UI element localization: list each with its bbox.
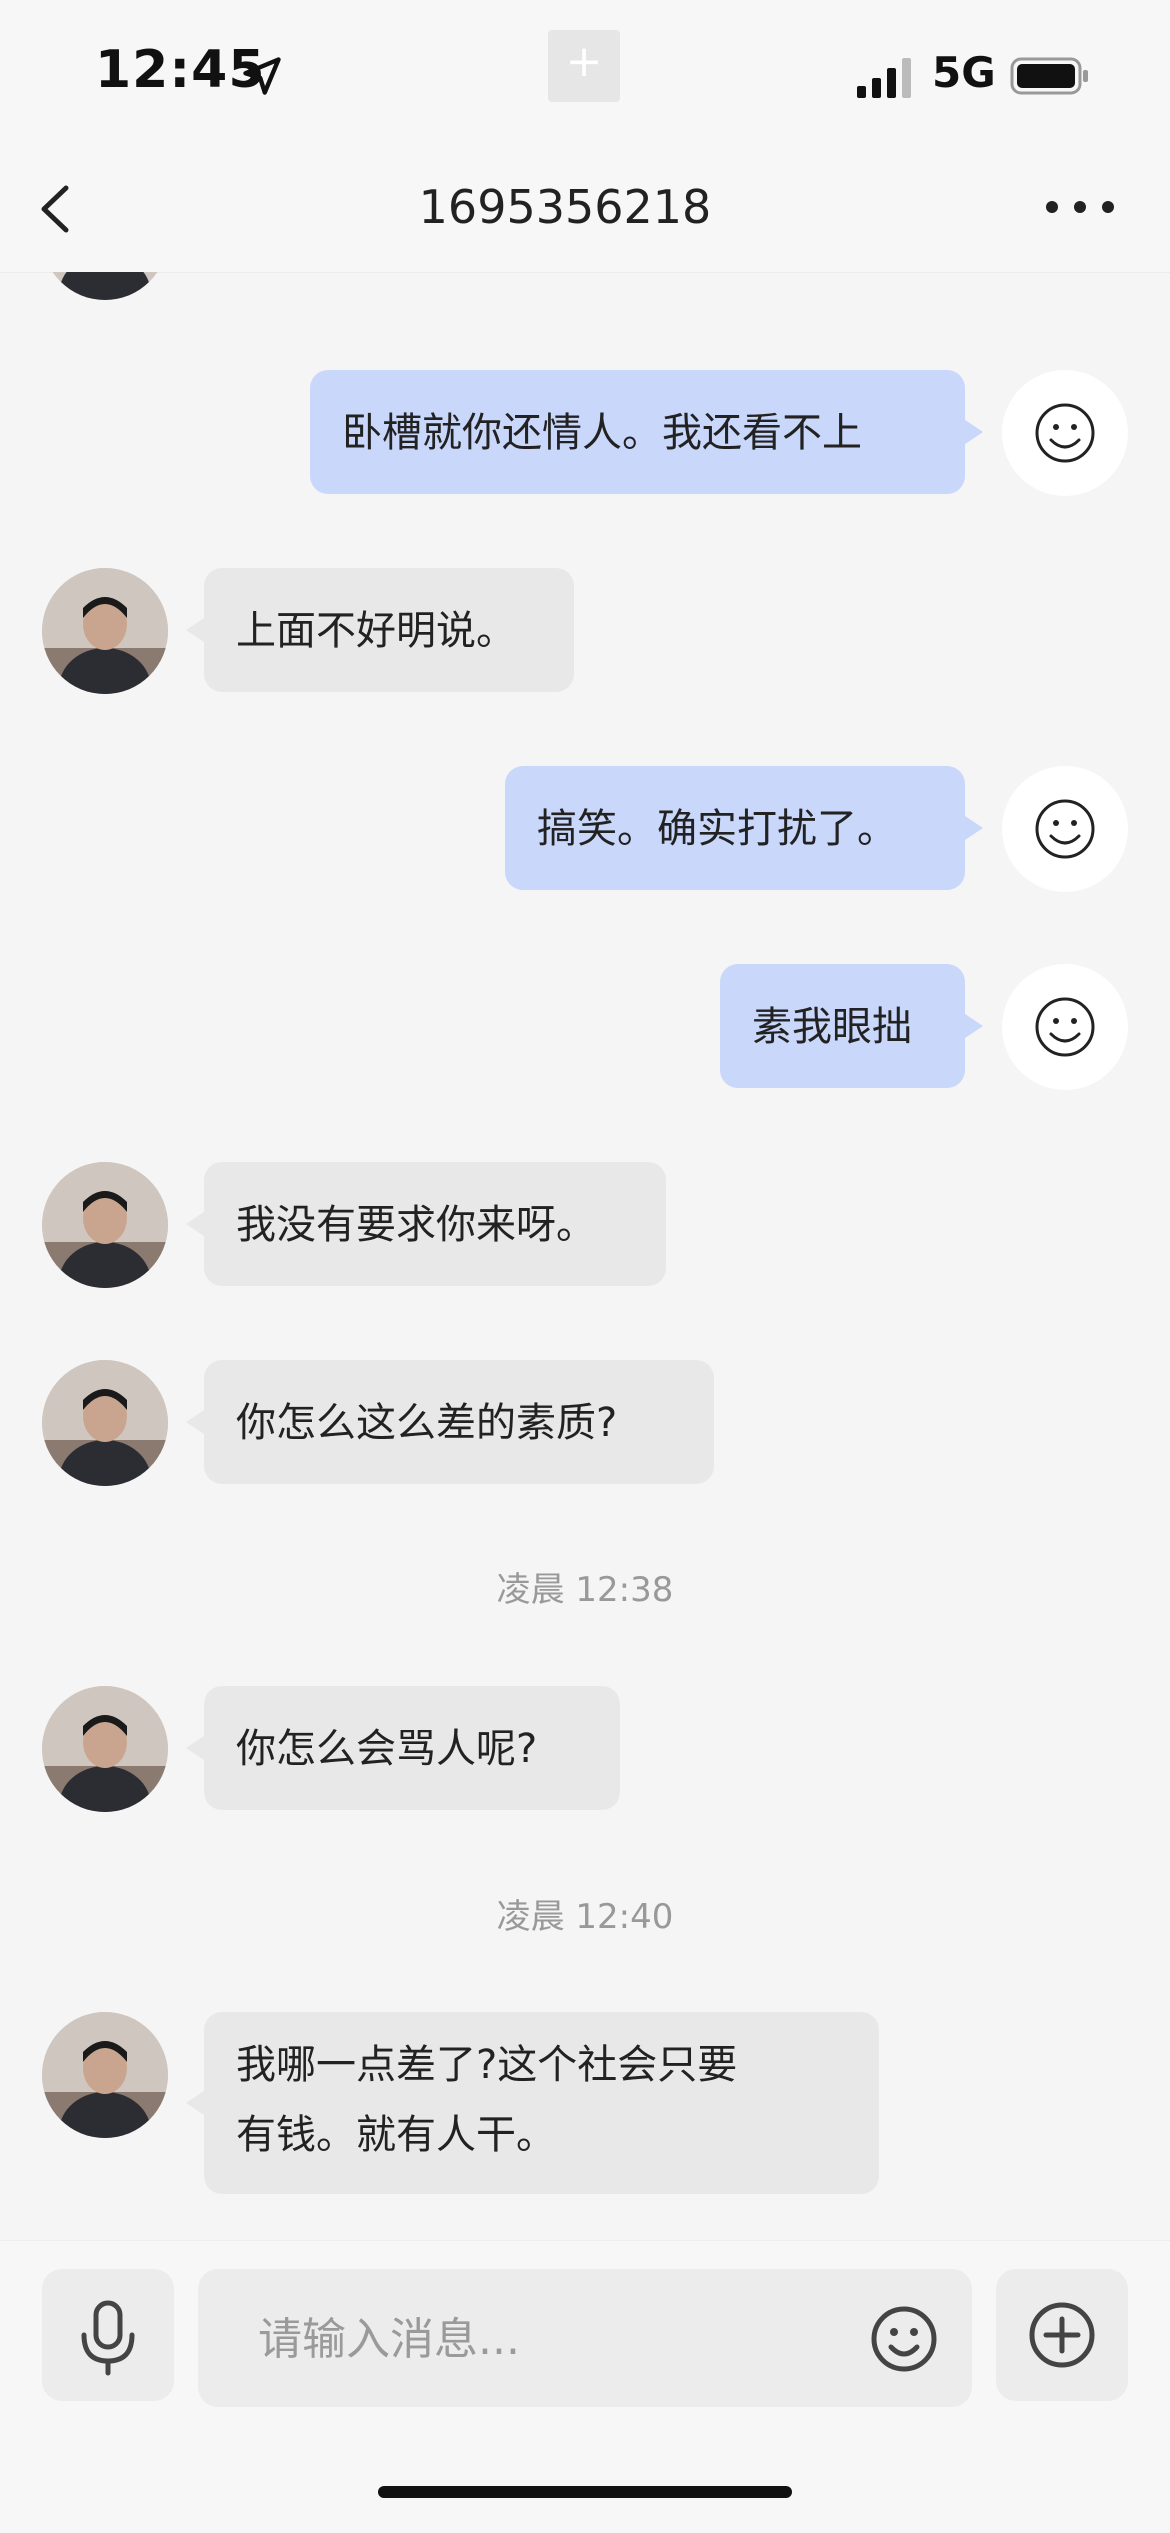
- avatar[interactable]: [42, 1686, 168, 1812]
- home-indicator[interactable]: [378, 2486, 792, 2498]
- smiley-face-icon: [1035, 997, 1095, 1057]
- message-bubble-incoming[interactable]: 上面不好明说。: [186, 568, 574, 692]
- smiley-face-icon: [1035, 403, 1095, 463]
- avatar[interactable]: [42, 2012, 168, 2138]
- message-line: 有钱。就有人干。: [236, 2112, 556, 2158]
- dynamic-add-button[interactable]: +: [548, 30, 620, 102]
- my-avatar[interactable]: [1002, 964, 1128, 1090]
- my-avatar[interactable]: [1002, 766, 1128, 892]
- message-line: 我哪一点差了?这个社会只要: [236, 2042, 738, 2088]
- time-divider: 凌晨 12:40: [496, 1897, 674, 1937]
- message-list[interactable]: 卧槽就你还情人。我还看不上 上面不好明说。 搞笑。确实打扰了。 素我眼拙 我没有…: [0, 272, 1170, 2240]
- chat-title: 1695356218: [418, 180, 712, 234]
- smiley-icon[interactable]: [864, 2299, 944, 2379]
- location-arrow-icon: [243, 57, 281, 95]
- status-bar: 12:45 + 5G: [0, 0, 1170, 150]
- battery-icon: [1010, 57, 1088, 95]
- network-type: 5G: [932, 48, 996, 97]
- message-bubble-outgoing[interactable]: 素我眼拙: [720, 964, 983, 1088]
- message-input[interactable]: [256, 2269, 820, 2409]
- smiley-face-icon: [1035, 799, 1095, 859]
- avatar[interactable]: [42, 568, 168, 694]
- chat-header: 1695356218: [0, 150, 1170, 273]
- avatar[interactable]: [42, 1360, 168, 1486]
- message-input-container[interactable]: [198, 2269, 972, 2409]
- avatar[interactable]: [42, 1162, 168, 1288]
- message-bubble-incoming[interactable]: 你怎么会骂人呢?: [186, 1686, 620, 1810]
- signal-bars-icon: [857, 58, 911, 98]
- message-bubble-incoming[interactable]: 你怎么这么差的素质?: [186, 1360, 714, 1484]
- my-avatar[interactable]: [1002, 370, 1128, 496]
- more-dots-icon[interactable]: [1040, 192, 1120, 222]
- message-bubble-outgoing[interactable]: 卧槽就你还情人。我还看不上: [310, 370, 983, 494]
- message-bubble-incoming[interactable]: 我哪一点差了?这个社会只要 有钱。就有人干。: [186, 2012, 879, 2194]
- more-actions-button[interactable]: [996, 2269, 1128, 2401]
- time-divider: 凌晨 12:38: [496, 1570, 674, 1610]
- message-bubble-outgoing[interactable]: 搞笑。确实打扰了。: [505, 766, 983, 890]
- message-bubble-incoming[interactable]: 我没有要求你来呀。: [186, 1162, 666, 1286]
- avatar[interactable]: [42, 272, 168, 300]
- microphone-icon: [81, 2300, 135, 2376]
- voice-button[interactable]: [42, 2269, 174, 2401]
- plus-circle-icon: [1029, 2302, 1095, 2368]
